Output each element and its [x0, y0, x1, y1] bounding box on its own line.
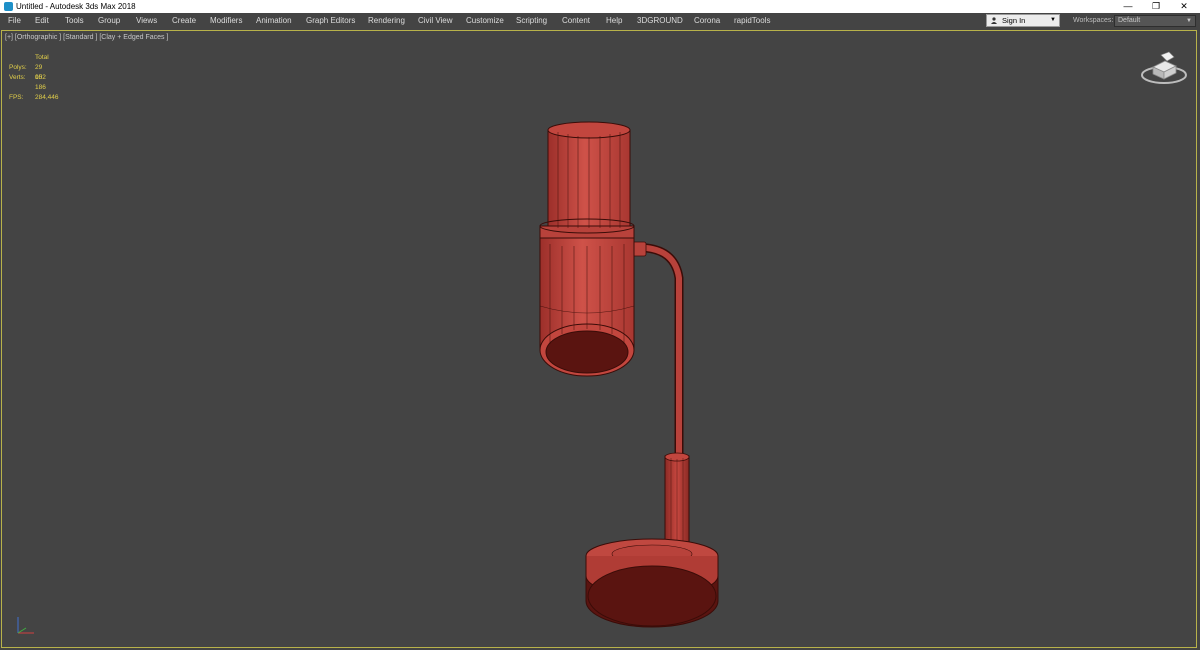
menu-graph-editors[interactable]: Graph Editors: [306, 13, 355, 29]
menu-animation[interactable]: Animation: [256, 13, 292, 29]
viewcube-icon[interactable]: [1139, 49, 1189, 87]
fps-label: FPS:: [9, 94, 24, 101]
menu-edit[interactable]: Edit: [35, 13, 49, 29]
user-icon: [991, 17, 997, 24]
fps-value: 284,446: [35, 94, 59, 101]
menu-group[interactable]: Group: [98, 13, 120, 29]
menu-content[interactable]: Content: [562, 13, 590, 29]
axis-tripod-icon: [17, 617, 34, 634]
menu-file[interactable]: File: [8, 13, 21, 29]
lamp-model[interactable]: [522, 86, 732, 638]
perspective-viewport[interactable]: [+] [Orthographic ] [Standard ] [Clay + …: [1, 30, 1197, 648]
base-underside: [587, 565, 717, 627]
sign-in-label: Sign In: [1002, 16, 1026, 25]
workspaces-label: Workspaces:: [1073, 17, 1114, 24]
menu-views[interactable]: Views: [136, 13, 157, 29]
verts-label: Verts:: [9, 74, 26, 81]
restore-button[interactable]: ❐: [1143, 0, 1169, 13]
menu-help[interactable]: Help: [606, 13, 622, 29]
workspace-select[interactable]: Default ▼: [1114, 15, 1196, 27]
app-icon: [4, 2, 13, 11]
stats-header: Total: [35, 54, 49, 61]
menu-tools[interactable]: Tools: [65, 13, 84, 29]
menu-modifiers[interactable]: Modifiers: [210, 13, 242, 29]
menu-corona[interactable]: Corona: [694, 13, 720, 29]
close-button[interactable]: ✕: [1171, 0, 1197, 13]
menu-scripting[interactable]: Scripting: [516, 13, 547, 29]
shade-inner: [545, 330, 629, 374]
viewport-label-menu[interactable]: [+] [Orthographic ] [Standard ] [Clay + …: [5, 34, 168, 41]
polys-label: Polys:: [9, 64, 27, 71]
lamp-arm-highlight: [627, 244, 682, 461]
menu-customize[interactable]: Customize: [466, 13, 504, 29]
lamp-arm: [625, 243, 684, 463]
chevron-down-icon: ▼: [1186, 18, 1192, 24]
sign-in-dropdown[interactable]: Sign In ▼: [986, 14, 1060, 27]
title-bar: Untitled - Autodesk 3ds Max 2018 — ❐ ✕: [0, 0, 1200, 13]
menu-rapidtools[interactable]: rapidTools: [734, 13, 770, 29]
workspace-value: Default: [1118, 17, 1141, 24]
verts-value: 15 186: [35, 74, 46, 91]
chevron-down-icon: ▼: [1050, 17, 1056, 23]
shade-top: [547, 121, 631, 139]
minimize-button[interactable]: —: [1115, 0, 1141, 13]
menu-3dground[interactable]: 3DGROUND: [637, 13, 683, 29]
window-title: Untitled - Autodesk 3ds Max 2018: [16, 2, 136, 11]
menu-rendering[interactable]: Rendering: [368, 13, 405, 29]
menu-bar: File Edit Tools Group Views Create Modif…: [0, 13, 1200, 29]
menu-civil-view[interactable]: Civil View: [418, 13, 453, 29]
menu-create[interactable]: Create: [172, 13, 196, 29]
